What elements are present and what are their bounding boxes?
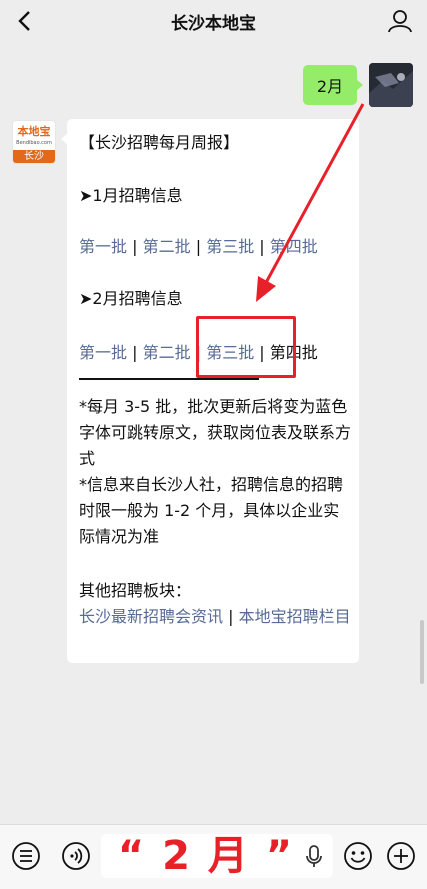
- microphone-icon[interactable]: [299, 841, 329, 871]
- bottom-input-bar: “ 2 月 ”: [0, 824, 427, 889]
- message-input-text: “ 2 月 ”: [117, 833, 295, 879]
- voice-wave-icon[interactable]: [61, 841, 91, 871]
- message-input[interactable]: “ 2 月 ”: [101, 834, 333, 878]
- annotation-arrow-icon: [256, 103, 365, 302]
- emoji-icon[interactable]: [343, 841, 373, 871]
- plus-icon[interactable]: [386, 841, 416, 871]
- scrollbar[interactable]: [420, 620, 424, 684]
- list-menu-icon[interactable]: [11, 841, 41, 871]
